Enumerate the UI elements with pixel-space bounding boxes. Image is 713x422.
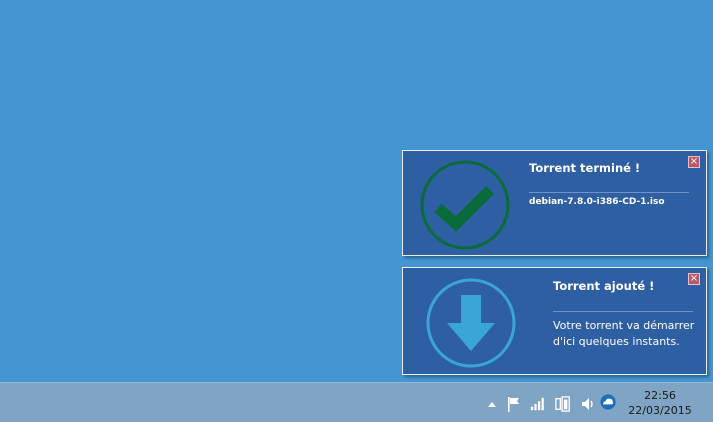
battery-power-icon[interactable]: [555, 396, 571, 412]
notification-title: Torrent ajouté !: [553, 279, 655, 293]
notification-torrent-complete[interactable]: Torrent terminé ! debian-7.8.0-i386-CD-1…: [402, 150, 707, 256]
system-clock[interactable]: 22:56 22/03/2015: [625, 388, 695, 418]
network-signal-icon[interactable]: [530, 396, 546, 412]
clock-date: 22/03/2015: [628, 404, 692, 417]
notification-torrent-added[interactable]: Torrent ajouté ! Votre torrent va démarr…: [402, 267, 707, 375]
divider: [529, 192, 689, 193]
close-button[interactable]: ×: [688, 273, 700, 285]
volume-icon[interactable]: [580, 396, 596, 412]
taskbar: 22:56 22/03/2015: [0, 382, 713, 422]
notification-title: Torrent terminé !: [529, 161, 641, 175]
notification-body: Votre torrent va démarrer d'ici quelques…: [553, 319, 695, 348]
clock-time: 22:56: [644, 389, 676, 402]
show-hidden-icons-arrow[interactable]: [484, 396, 500, 412]
notification-body: debian-7.8.0-i386-CD-1.iso: [529, 197, 665, 207]
download-arrow-circle-icon: [426, 278, 516, 368]
divider: [553, 311, 693, 312]
cloud-sync-icon[interactable]: [600, 394, 616, 410]
close-button[interactable]: ×: [688, 156, 700, 168]
checkmark-circle-icon: [420, 160, 510, 250]
action-center-flag-icon[interactable]: [506, 396, 522, 412]
